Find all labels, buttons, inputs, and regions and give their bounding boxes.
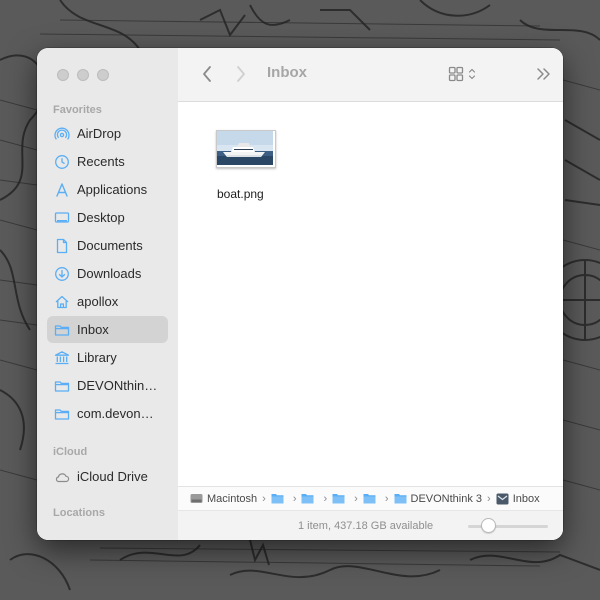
locations-heading: Locations [53, 507, 105, 519]
clock-icon [54, 154, 70, 170]
sidebar-item-label: DEVONthin… [77, 378, 158, 393]
path-item-label: Inbox [512, 492, 540, 505]
document-icon [54, 238, 70, 254]
chevron-right-icon: › [384, 492, 389, 505]
path-item-macintosh[interactable]: Macintosh [190, 492, 257, 505]
image-thumbnail-icon [216, 130, 276, 168]
chevron-right-icon: › [262, 492, 266, 505]
folder-icon [54, 322, 70, 338]
chevron-double-right-icon [537, 68, 550, 80]
back-button[interactable] [196, 63, 218, 85]
download-icon [54, 266, 70, 282]
chevron-right-icon: › [323, 492, 328, 505]
close-button[interactable] [57, 69, 69, 81]
grid-view-icon [448, 66, 464, 82]
more-toolbar-button[interactable] [533, 63, 553, 85]
sidebar-item-label: Inbox [77, 322, 109, 337]
hard-drive-icon [190, 492, 203, 505]
folder-icon [332, 493, 345, 504]
folder-icon [394, 493, 407, 504]
sidebar-item-desktop[interactable]: Desktop [47, 204, 168, 231]
sidebar-item-apollox[interactable]: apollox [47, 288, 168, 315]
sidebar-item-label: Library [77, 350, 117, 365]
airdrop-icon [54, 126, 70, 142]
path-item-folder[interactable] [363, 493, 380, 504]
cloud-icon [54, 469, 70, 485]
folder-icon [54, 406, 70, 422]
sidebar-item-com-devon[interactable]: com.devon… [47, 400, 168, 427]
minimize-button[interactable] [77, 69, 89, 81]
chevron-right-icon: › [487, 492, 491, 505]
sidebar-item-label: Documents [77, 238, 143, 253]
main-area: Inbox boat.png Macintosh › › › › › DEVON… [178, 48, 563, 540]
sidebar-item-documents[interactable]: Documents [47, 232, 168, 259]
sidebar-item-label: Desktop [77, 210, 125, 225]
path-bar: Macintosh › › › › › DEVONthink 3 › Inbox [178, 486, 563, 510]
sidebar-item-label: AirDrop [77, 126, 122, 141]
chevron-left-icon [203, 66, 211, 82]
finder-window: Favorites AirDrop Recents Applications D… [37, 48, 563, 540]
window-controls [57, 69, 109, 81]
sidebar-item-recents[interactable]: Recents [47, 148, 168, 175]
search-button[interactable] [562, 63, 563, 85]
window-title: Inbox [267, 64, 307, 81]
sidebar-item-label: Downloads [77, 266, 142, 281]
sidebar-item-label: Applications [77, 182, 148, 197]
sidebar-item-devonthink[interactable]: DEVONthin… [47, 372, 168, 399]
chevron-right-icon [237, 66, 245, 82]
zoom-button[interactable] [97, 69, 109, 81]
path-item-folder[interactable] [301, 493, 318, 504]
inbox-icon [496, 493, 509, 505]
sidebar: Favorites AirDrop Recents Applications D… [37, 48, 179, 540]
path-item-label: Macintosh [207, 492, 258, 505]
favorites-heading: Favorites [53, 104, 102, 116]
view-options-button[interactable] [444, 63, 480, 85]
sidebar-item-label: Recents [77, 154, 125, 169]
chevron-right-icon: › [354, 492, 358, 505]
chevron-right-icon: › [292, 492, 297, 505]
toolbar: Inbox [178, 48, 563, 102]
library-icon [54, 350, 70, 366]
desktop-icon [54, 210, 70, 226]
applications-icon [54, 182, 70, 198]
path-item-folder[interactable] [271, 493, 288, 504]
path-item-inbox[interactable]: Inbox [496, 493, 540, 505]
path-item-label: DEVONthink 3 [410, 492, 483, 505]
icloud-heading: iCloud [53, 446, 88, 458]
status-bar: 1 item, 437.18 GB available [178, 510, 563, 540]
sidebar-item-label: com.devon… [77, 406, 154, 421]
status-text: 1 item, 437.18 GB available [298, 520, 434, 532]
sidebar-item-label: apollox [77, 294, 119, 309]
sidebar-item-inbox[interactable]: Inbox [47, 316, 168, 343]
sidebar-item-applications[interactable]: Applications [47, 176, 168, 203]
sidebar-item-airdrop[interactable]: AirDrop [47, 120, 168, 147]
folder-icon [54, 378, 70, 394]
path-item-devonthink-3[interactable]: DEVONthink 3 [394, 492, 483, 505]
path-item-folder[interactable] [332, 493, 349, 504]
home-icon [54, 294, 70, 310]
folder-icon [363, 493, 376, 504]
forward-button[interactable] [230, 63, 252, 85]
chevron-updown-icon [468, 68, 476, 80]
sidebar-item-library[interactable]: Library [47, 344, 168, 371]
icon-size-slider-knob[interactable] [480, 518, 496, 533]
sidebar-item-label: iCloud Drive [77, 469, 148, 484]
sidebar-item-downloads[interactable]: Downloads [47, 260, 168, 287]
folder-icon [271, 493, 284, 504]
file-name: boat.png [217, 187, 264, 201]
sidebar-item-icloud-drive[interactable]: iCloud Drive [47, 463, 168, 490]
folder-icon [301, 493, 314, 504]
